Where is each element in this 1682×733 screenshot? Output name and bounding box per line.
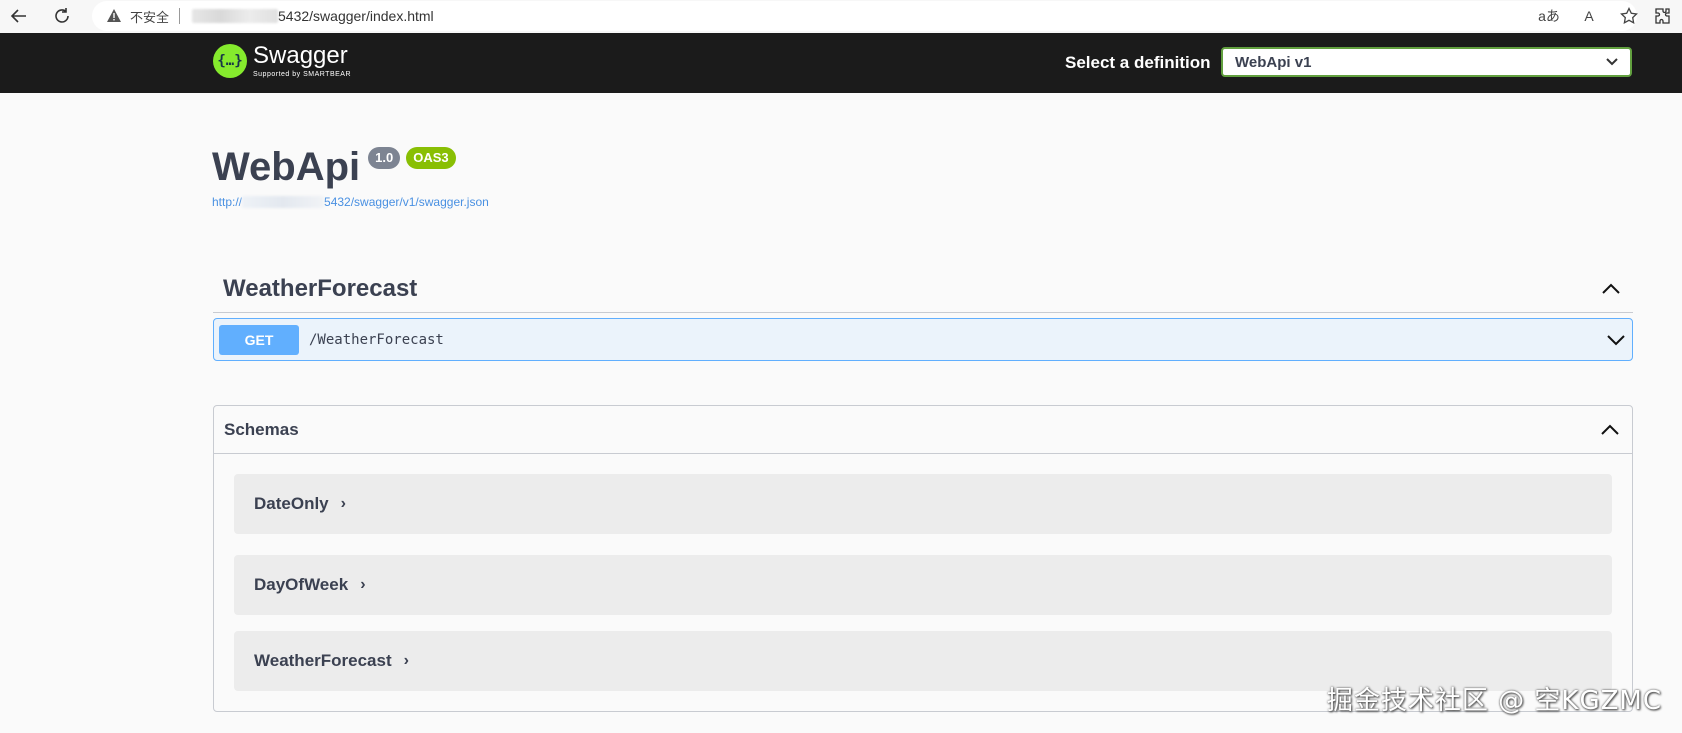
read-aloud-icon[interactable]: A [1576,3,1602,29]
arrow-left-icon [10,9,26,23]
schemas-title: Schemas [224,419,299,439]
model-dayofweek[interactable]: DayOfWeek › [234,555,1612,615]
operation-get-weatherforecast[interactable]: GET /WeatherForecast [213,318,1633,361]
address-separator [179,8,181,24]
version-badge: 1.0 [368,147,401,169]
reload-button[interactable] [48,2,76,30]
redacted-host [242,196,325,208]
chevron-right-icon: › [360,576,366,593]
definition-label: Select a definition [1065,53,1211,72]
logo-text: Swagger Supported by SMARTBEAR [253,42,352,79]
chevron-down-icon [1606,58,1618,66]
model-name: DayOfWeek [254,575,349,594]
warning-icon [106,8,122,24]
swagger-logo[interactable]: {…} Swagger Supported by SMARTBEAR [213,43,351,78]
browser-toolbar: 不安全 5432/swagger/index.html aあ A [0,0,1682,33]
schemas-section: Schemas DateOnly › DayOfWeek › WeatherFo… [213,405,1633,712]
chevron-down-icon[interactable] [1604,328,1628,352]
address-actions: aあ A [1536,3,1642,29]
spec-url-link[interactable]: http:// 5432/swagger/v1/swagger.json [212,195,489,209]
brand-name: Swagger [253,42,348,69]
method-badge: GET [219,324,299,355]
oas-badge: OAS3 [406,147,456,169]
favorite-star-icon[interactable] [1616,3,1642,29]
chevron-right-icon: › [340,495,346,512]
translate-label: aあ [1538,8,1560,24]
back-button[interactable] [5,2,33,30]
security-status[interactable]: 不安全 [130,7,169,26]
model-name: DateOnly [254,494,329,513]
chevron-right-icon: › [403,652,409,669]
reload-icon [55,8,69,23]
schemas-header[interactable]: Schemas [214,406,1632,454]
extensions-icon[interactable] [1650,3,1676,29]
redacted-host [192,9,279,23]
chevron-up-icon[interactable] [1599,277,1623,301]
link-prefix: http:// [212,195,243,209]
api-title-block: WebApi 1.0 OAS3 [212,142,456,192]
read-aloud-label: A [1584,8,1594,24]
tag-title: WeatherForecast [223,274,418,302]
tag-header[interactable]: WeatherForecast [213,265,1633,313]
operation-path: /WeatherForecast [309,331,444,348]
translate-icon[interactable]: aあ [1536,3,1562,29]
swagger-topbar: {…} Swagger Supported by SMARTBEAR Selec… [0,33,1682,93]
definition-value: WebApi v1 [1235,53,1312,71]
swagger-logo-icon: {…} [213,43,247,78]
watermark: 掘金技术社区 @ 空KGZMC [1326,686,1662,716]
model-dateonly[interactable]: DateOnly › [234,474,1612,534]
model-name: WeatherForecast [254,651,392,670]
link-suffix: 5432/swagger/v1/swagger.json [324,195,489,209]
brand-sub: Supported by SMARTBEAR [253,71,352,78]
chevron-up-icon[interactable] [1598,418,1622,442]
url-text: 5432/swagger/index.html [278,8,434,24]
api-title: WebApi [212,145,361,189]
address-bar[interactable]: 不安全 5432/swagger/index.html [92,1,1637,31]
definition-select[interactable]: WebApi v1 [1221,47,1632,77]
